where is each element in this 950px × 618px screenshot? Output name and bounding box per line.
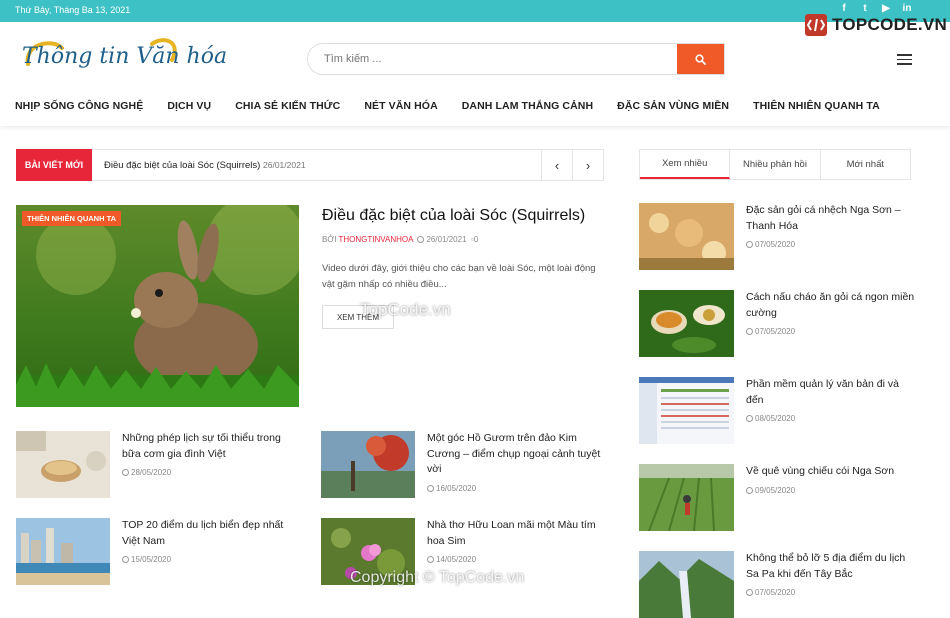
list-item[interactable]: Những phép lịch sự tối thiểu trong bữa c… — [16, 431, 306, 501]
chevron-left-icon: ‹ — [554, 157, 560, 173]
post-title[interactable]: Nhà thơ Hữu Loan mãi một Màu tím hoa Sim — [427, 518, 602, 549]
featured-comments[interactable]: 0 — [474, 235, 478, 244]
featured-title[interactable]: Điều đặc biệt của loài Sóc (Squirrels) — [322, 207, 585, 225]
site-logo[interactable]: Thông tin Văn hóa — [22, 34, 262, 84]
clock-icon — [746, 415, 753, 422]
topcode-brand: TOPCODE.VN — [803, 12, 947, 38]
sidebar-title[interactable]: Cách nấu cháo ăn gỏi cá ngon miền cường — [746, 290, 918, 321]
logo-text: Thông tin Văn hóa — [22, 44, 228, 69]
list-item[interactable]: Một góc Hồ Gươm trên đảo Kim Cương – điể… — [321, 431, 611, 501]
clock-icon — [417, 236, 425, 243]
post-date: 14/05/2020 — [427, 555, 476, 564]
clock-icon — [427, 556, 434, 563]
nav-item-van-hoa[interactable]: NÉT VĂN HÓA — [364, 100, 437, 112]
sidebar-title[interactable]: Về quê vùng chiếu cói Nga Sơn — [746, 464, 918, 480]
post-title[interactable]: Những phép lịch sự tối thiểu trong bữa c… — [122, 431, 297, 462]
clock-icon — [746, 487, 753, 494]
featured-image[interactable] — [16, 205, 299, 407]
nav-item-thien-nhien[interactable]: THIÊN NHIÊN QUANH TA — [753, 100, 880, 112]
sidebar-date-text: 08/05/2020 — [755, 414, 796, 423]
sidebar-date-text: 07/05/2020 — [755, 588, 796, 597]
search-box — [307, 43, 725, 75]
byline-prefix: BỞI — [322, 235, 337, 244]
watermark-text: TopCode.vn — [360, 300, 451, 319]
sidebar-date-text: 09/05/2020 — [755, 486, 796, 495]
clock-icon — [122, 556, 129, 563]
menu-icon[interactable] — [897, 54, 912, 65]
sidebar-date-text: 07/05/2020 — [755, 327, 796, 336]
sidebar-item[interactable]: Phần mềm quản lý văn bản đi và đến 08/05… — [639, 377, 939, 447]
nav-item-cong-nghe[interactable]: NHỊP SỐNG CÔNG NGHỆ — [15, 100, 143, 112]
post-thumbnail[interactable] — [321, 431, 415, 498]
ticker-title[interactable]: Điều đặc biệt của loài Sóc (Squirrels) — [104, 160, 260, 171]
clock-icon — [122, 469, 129, 476]
sidebar-thumbnail[interactable] — [639, 377, 734, 444]
post-date-text: 14/05/2020 — [436, 555, 477, 564]
category-badge[interactable]: THIÊN NHIÊN QUANH TA — [22, 211, 122, 226]
sidebar-date: 07/05/2020 — [746, 327, 795, 336]
search-icon — [695, 53, 706, 65]
featured-excerpt: Video dưới đây, giới thiệu cho các bạn v… — [322, 263, 596, 290]
sidebar-tabs: Xem nhiều Nhiều phản hồi Mới nhất — [639, 149, 911, 180]
sidebar-item[interactable]: Đặc sản gỏi cá nhệch Nga Sơn – Thanh Hóa… — [639, 203, 939, 273]
chevron-right-icon: › — [585, 157, 591, 173]
ticker-date: 26/01/2021 — [263, 160, 306, 170]
nav-item-dac-san[interactable]: ĐẶC SẢN VÙNG MIỀN — [617, 100, 729, 112]
sidebar-title[interactable]: Không thể bỏ lỡ 5 địa điểm du lịch Sa Pa… — [746, 551, 918, 582]
sidebar-thumbnail[interactable] — [639, 290, 734, 357]
featured-author[interactable]: THONGTINVANHOA — [339, 235, 414, 244]
sidebar-title[interactable]: Phần mềm quản lý văn bản đi và đến — [746, 377, 918, 408]
post-title[interactable]: TOP 20 điểm du lịch biển đẹp nhất Việt N… — [122, 518, 297, 549]
list-item[interactable]: TOP 20 điểm du lịch biển đẹp nhất Việt N… — [16, 518, 306, 588]
topcode-logo-icon — [805, 14, 827, 36]
sidebar-item[interactable]: Không thể bỏ lỡ 5 địa điểm du lịch Sa Pa… — [639, 551, 939, 618]
clock-icon — [746, 241, 753, 248]
news-ticker: BÀI VIẾT MỚI Điều đặc biệt của loài Sóc … — [16, 149, 604, 181]
clock-icon — [746, 328, 753, 335]
tab-xem-nhieu[interactable]: Xem nhiều — [640, 150, 731, 179]
post-date: 16/05/2020 — [427, 484, 476, 493]
tab-nhieu-phan-hoi[interactable]: Nhiều phản hồi — [730, 150, 821, 179]
ticker-label: BÀI VIẾT MỚI — [16, 149, 92, 181]
post-date: 15/05/2020 — [122, 555, 171, 564]
post-date-text: 15/05/2020 — [131, 555, 172, 564]
post-thumbnail[interactable] — [16, 518, 110, 585]
search-input[interactable] — [308, 44, 678, 74]
brand-text: TOPCODE.VN — [832, 15, 948, 34]
post-date-text: 16/05/2020 — [436, 484, 477, 493]
sidebar-thumbnail[interactable] — [639, 203, 734, 270]
sidebar-date: 07/05/2020 — [746, 588, 795, 597]
clock-icon — [427, 485, 434, 492]
search-button[interactable] — [677, 44, 724, 74]
copyright-watermark: Copyright © TopCode.vn — [350, 569, 525, 586]
post-date: 28/05/2020 — [122, 468, 171, 477]
sidebar-date: 08/05/2020 — [746, 414, 795, 423]
sidebar-item[interactable]: Cách nấu cháo ăn gỏi cá ngon miền cường … — [639, 290, 939, 360]
post-title[interactable]: Một góc Hồ Gươm trên đảo Kim Cương – điể… — [427, 431, 602, 478]
sidebar-item[interactable]: Về quê vùng chiếu cói Nga Sơn 09/05/2020 — [639, 464, 939, 534]
sidebar-thumbnail[interactable] — [639, 551, 734, 618]
clock-icon — [746, 589, 753, 596]
nav-item-dich-vu[interactable]: DỊCH VỤ — [167, 100, 211, 112]
featured-date: 26/01/2021 — [426, 235, 467, 244]
tab-moi-nhat[interactable]: Mới nhất — [821, 150, 910, 179]
featured-meta: BỞI THONGTINVANHOA 26/01/2021 ▫0 — [322, 235, 478, 244]
sidebar-date: 09/05/2020 — [746, 486, 795, 495]
sidebar-title[interactable]: Đặc sản gỏi cá nhệch Nga Sơn – Thanh Hóa — [746, 203, 918, 234]
sidebar-thumbnail[interactable] — [639, 464, 734, 531]
nav-item-kien-thuc[interactable]: CHIA SẺ KIẾN THỨC — [235, 100, 340, 112]
sidebar-date: 07/05/2020 — [746, 240, 795, 249]
post-thumbnail[interactable] — [16, 431, 110, 498]
ticker-prev-button[interactable]: ‹ — [541, 149, 573, 181]
ticker-next-button[interactable]: › — [572, 149, 604, 181]
nav-item-danh-lam[interactable]: DANH LAM THẮNG CẢNH — [462, 100, 593, 112]
sidebar-date-text: 07/05/2020 — [755, 240, 796, 249]
current-date: Thứ Bảy, Tháng Ba 13, 2021 — [15, 5, 131, 15]
post-date-text: 28/05/2020 — [131, 468, 172, 477]
main-nav: NHỊP SỐNG CÔNG NGHỆ DỊCH VỤ CHIA SẺ KIẾN… — [15, 100, 904, 112]
